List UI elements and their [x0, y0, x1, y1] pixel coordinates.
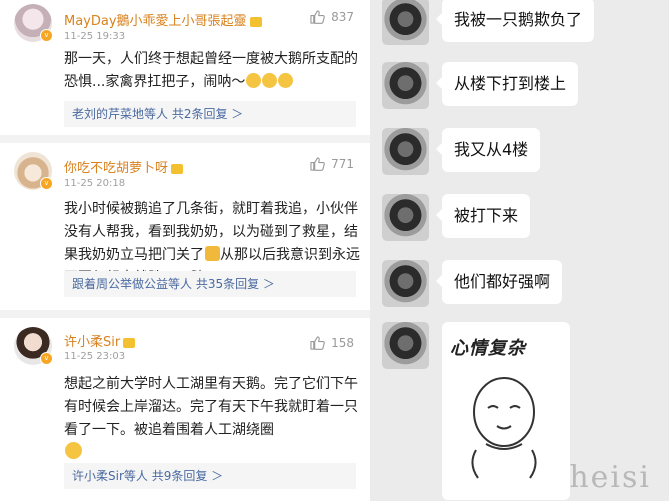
comment-time: 11-25 23:03 — [64, 351, 126, 362]
avatar[interactable] — [382, 322, 429, 369]
message-bubble[interactable]: 我被一只鹅欺负了 — [435, 0, 595, 42]
message-bubble[interactable]: 从楼下打到楼上 — [435, 62, 579, 106]
smile-emoji-icon — [65, 442, 82, 459]
replies-link[interactable]: 老刘的芹菜地等人 共2条回复 ＞ — [64, 101, 356, 127]
crown-icon — [171, 163, 184, 174]
comment-item: v MayDay鵝小乖愛上小哥張起靈 11-25 19:33 837 那一天，人… — [0, 0, 370, 143]
avatar[interactable] — [382, 194, 429, 241]
comment-item: v 许小柔Sir 11-25 23:03 158 想起之前大学时人工湖里有天鹅。… — [0, 318, 370, 501]
watermark: heisi — [569, 460, 651, 495]
crown-icon — [123, 337, 136, 348]
verified-badge-icon: v — [40, 352, 53, 365]
crown-icon — [249, 16, 262, 27]
avatar[interactable] — [382, 62, 429, 109]
like-count: 158 — [331, 336, 354, 350]
chat-panel: 我被一只鹅欺负了 从楼下打到楼上 我又从4楼 被打下来 他们都好强啊 心情复杂 — [370, 0, 669, 501]
avatar[interactable] — [382, 0, 429, 45]
door-emoji-icon — [205, 246, 220, 261]
divider — [0, 310, 370, 318]
like-button[interactable]: 158 — [310, 336, 354, 350]
laughing-emoji-icon — [262, 73, 278, 88]
meme-face-icon — [464, 372, 544, 482]
thumbs-up-icon — [310, 336, 325, 350]
like-button[interactable]: 837 — [310, 10, 354, 24]
like-button[interactable]: 771 — [310, 157, 354, 171]
comment-username[interactable]: 你吃不吃胡萝卜呀 — [64, 157, 184, 176]
message-bubble[interactable]: 被打下来 — [435, 194, 531, 238]
thumbs-up-icon — [310, 10, 325, 24]
replies-link[interactable]: 许小柔Sir等人 共9条回复 ＞ — [64, 463, 356, 489]
comment-item: v 你吃不吃胡萝卜呀 11-25 20:18 771 我小时候被鹅追了几条街，就… — [0, 143, 370, 318]
divider — [0, 135, 370, 143]
message-bubble[interactable]: 我又从4楼 — [435, 128, 541, 172]
verified-badge-icon: v — [40, 177, 53, 190]
sticker-image[interactable]: 心情复杂 — [442, 322, 570, 500]
like-count: 771 — [331, 157, 354, 171]
replies-link[interactable]: 跟着周公举做公益等人 共35条回复 ＞ — [64, 271, 356, 297]
comment-text: 想起之前大学时人工湖里有天鹅。完了它们下午有时候会上岸溜达。完了有天下午我就盯着… — [64, 373, 360, 465]
thumbs-up-icon — [310, 157, 325, 171]
verified-badge-icon: v — [40, 29, 53, 42]
comment-text: 那一天，人们终于想起曾经一度被大鹅所支配的恐惧...家禽界扛把子，闹呐～ — [64, 51, 358, 90]
like-count: 837 — [331, 10, 354, 24]
comment-username[interactable]: 许小柔Sir — [64, 331, 136, 350]
comment-time: 11-25 19:33 — [64, 31, 126, 42]
avatar[interactable] — [382, 128, 429, 175]
laughing-emoji-icon — [278, 73, 294, 88]
sticker-caption: 心情复杂 — [450, 338, 526, 359]
comment-feed: v MayDay鵝小乖愛上小哥張起靈 11-25 19:33 837 那一天，人… — [0, 0, 370, 501]
comment-time: 11-25 20:18 — [64, 178, 126, 189]
comment-username[interactable]: MayDay鵝小乖愛上小哥張起靈 — [64, 10, 262, 29]
avatar[interactable] — [382, 260, 429, 307]
laughing-emoji-icon — [246, 73, 262, 88]
message-bubble[interactable]: 他们都好强啊 — [435, 260, 563, 304]
